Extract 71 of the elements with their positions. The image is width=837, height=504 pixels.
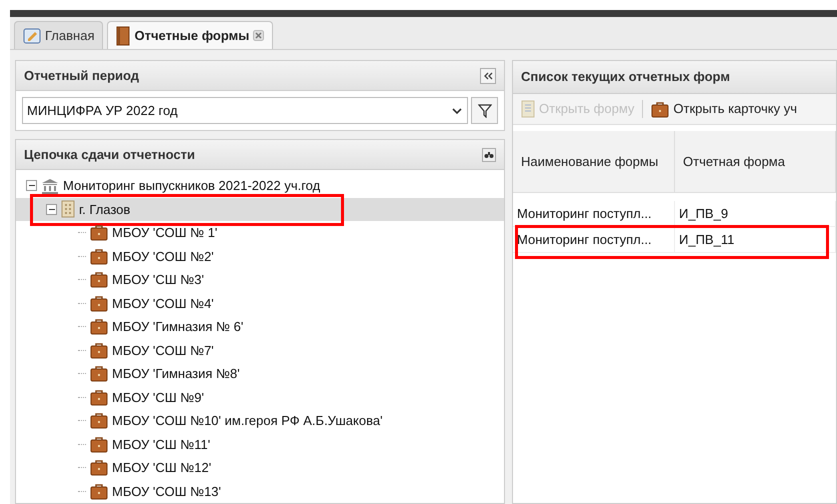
- tab[interactable]: Главная: [14, 21, 104, 49]
- tree-label: МБОУ 'СОШ №2': [112, 248, 214, 266]
- tree-row[interactable]: г. Глазов: [16, 198, 504, 221]
- briefcase-icon: [90, 271, 108, 288]
- tree-label: г. Глазов: [79, 200, 130, 218]
- briefcase-icon: [90, 482, 108, 500]
- table-cell: И_ПВ_9: [675, 201, 836, 226]
- search-button[interactable]: [482, 148, 496, 162]
- tree-row[interactable]: МБОУ 'СШ №3': [16, 268, 504, 292]
- briefcase-icon: [90, 459, 108, 476]
- briefcase-icon: [90, 294, 108, 312]
- table-cell: И_ПВ_11: [675, 227, 836, 252]
- binoculars-icon: [484, 150, 494, 158]
- briefcase-icon: [90, 436, 108, 453]
- tree-label: МБОУ 'Гимназия №8': [112, 365, 240, 383]
- tree-label: МБОУ 'СШ №3': [112, 271, 204, 289]
- panel-title: Список текущих отчетных форм: [521, 68, 730, 86]
- double-chevron-left-icon: [483, 72, 493, 80]
- column-header[interactable]: Наименование формы: [513, 131, 675, 192]
- filter-icon: [478, 104, 492, 118]
- tree-row[interactable]: Мониторинг выпускников 2021-2022 уч.год: [16, 174, 504, 198]
- table-row[interactable]: Мониторинг поступл... И_ПВ_9: [513, 201, 836, 227]
- briefcase-icon: [90, 318, 108, 336]
- tree-row[interactable]: МБОУ 'СШ №12': [16, 456, 504, 480]
- briefcase-icon: [90, 412, 108, 430]
- tree-label: МБОУ 'СОШ № 1': [112, 224, 218, 242]
- tab[interactable]: Отчетные формы: [107, 21, 274, 49]
- tree-row[interactable]: МБОУ 'СШ №11': [16, 432, 504, 456]
- tree-label: МБОУ 'СОШ №4': [112, 294, 214, 312]
- tree-label: МБОУ 'СОШ №13': [112, 482, 222, 500]
- table-cell: Мониторинг поступл...: [513, 227, 675, 252]
- briefcase-icon: [90, 342, 108, 359]
- briefcase-icon: [90, 365, 108, 382]
- table-cell: Мониторинг поступл...: [513, 201, 675, 226]
- tree-row[interactable]: МБОУ 'СОШ №2': [16, 244, 504, 268]
- period-combobox[interactable]: МИНЦИФРА УР 2022 год: [22, 97, 468, 124]
- tree-row[interactable]: МБОУ 'Гимназия № 6': [16, 315, 504, 338]
- edit-icon: [23, 28, 41, 44]
- briefcase-icon: [90, 388, 108, 406]
- tree-row[interactable]: МБОУ 'СОШ № 1': [16, 221, 504, 244]
- tree-row[interactable]: МБОУ 'СШ №9': [16, 386, 504, 409]
- briefcase-icon: [90, 248, 108, 265]
- toolbar-button[interactable]: Открыть карточку уч: [651, 99, 797, 119]
- briefcase-icon: [90, 224, 108, 242]
- building-icon: [61, 200, 75, 218]
- book-icon: [116, 26, 130, 46]
- document-icon: [521, 100, 535, 118]
- collapse-panel-button[interactable]: [480, 68, 496, 84]
- column-header[interactable]: Отчетная форма: [675, 131, 836, 192]
- bank-icon: [41, 178, 59, 194]
- tree-label: Мониторинг выпускников 2021-2022 уч.год: [63, 177, 320, 195]
- tree-label: МБОУ 'СШ №11': [112, 436, 210, 454]
- collapse-toggle[interactable]: [46, 204, 57, 215]
- tree-row[interactable]: МБОУ 'СОШ №10' им.героя РФ А.Б.Ушакова': [16, 409, 504, 432]
- tree-row[interactable]: МБОУ 'СОШ №7': [16, 338, 504, 362]
- tree-row[interactable]: МБОУ 'СОШ №4': [16, 292, 504, 315]
- tree-row[interactable]: МБОУ 'СОШ №13': [16, 480, 504, 503]
- panel-title: Цепочка сдачи отчетности: [24, 146, 195, 164]
- filter-button[interactable]: [471, 97, 498, 124]
- panel-title: Отчетный период: [24, 66, 140, 85]
- tree-row[interactable]: МБОУ 'Гимназия №8': [16, 362, 504, 386]
- tree-label: МБОУ 'СОШ №10' им.героя РФ А.Б.Ушакова': [112, 412, 383, 430]
- tree-label: МБОУ 'СОШ №7': [112, 342, 214, 360]
- tree-label: МБОУ 'Гимназия № 6': [112, 318, 244, 336]
- close-icon[interactable]: [253, 30, 264, 41]
- tree-label: МБОУ 'СШ №9': [112, 388, 204, 406]
- collapse-toggle[interactable]: [26, 180, 37, 192]
- table-row[interactable]: Мониторинг поступл... И_ПВ_11: [513, 227, 836, 253]
- tree-label: МБОУ 'СШ №12': [112, 459, 212, 477]
- dropdown-caret-icon[interactable]: [451, 106, 463, 114]
- briefcase-icon: [651, 100, 670, 118]
